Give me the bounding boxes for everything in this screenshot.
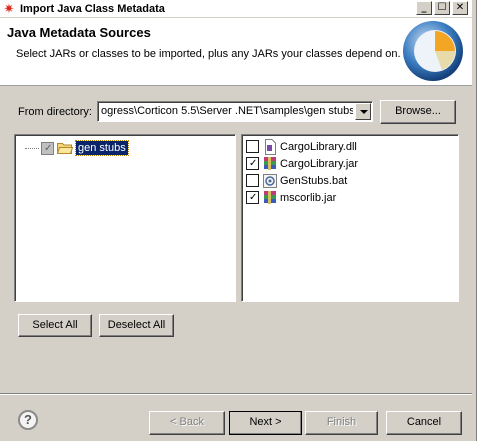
maximize-button[interactable]: ☐ [434,1,450,15]
back-button[interactable]: < Back [149,411,225,435]
window-title: Import Java Class Metadata [20,2,165,15]
footer-separator [0,393,472,395]
from-directory-label: From directory: [18,106,92,118]
file-label: GenStubs.bat [280,174,348,187]
checkmark-icon: ✓ [249,158,258,169]
bottom-edge [0,441,477,445]
window-controls: _ ☐ ✕ [416,1,468,15]
deselect-all-button[interactable]: Deselect All [99,314,174,337]
wizard-header: Java Metadata Sources Select JARs or cla… [0,18,472,86]
finish-button[interactable]: Finish [305,411,378,435]
file-checkbox[interactable] [246,174,259,187]
directory-tree[interactable]: ✓ gen stubs [14,134,236,302]
import-java-class-metadata-dialog: ✷ Import Java Class Metadata _ ☐ ✕ Java … [0,0,477,445]
eclipse-app-icon: ✷ [3,0,15,16]
open-folder-icon [57,143,73,154]
file-checkbox[interactable]: ✓ [246,191,259,204]
tree-item[interactable]: ✓ gen stubs [25,140,129,156]
from-directory-row: From directory: [18,101,96,123]
file-label: CargoLibrary.dll [280,140,357,153]
file-list[interactable]: CargoLibrary.dll ✓ CargoLibrary.jar GenS… [241,134,459,302]
close-button[interactable]: ✕ [452,1,468,15]
help-icon[interactable]: ? [18,410,38,430]
from-directory-value: ogress\Corticon 5.5\Server .NET\samples\… [101,105,353,117]
tree-connector [25,147,39,149]
cancel-button[interactable]: Cancel [386,411,462,435]
chevron-down-icon[interactable] [355,103,371,120]
page-title: Java Metadata Sources [7,25,151,40]
file-checkbox[interactable] [246,140,259,153]
list-item[interactable]: GenStubs.bat [246,172,347,189]
minimize-button[interactable]: _ [416,1,432,15]
title-bar[interactable]: ✷ Import Java Class Metadata _ ☐ ✕ [0,0,472,17]
file-checkbox[interactable]: ✓ [246,157,259,170]
list-item[interactable]: ✓ CargoLibrary.jar [246,155,358,172]
dll-file-icon [265,138,276,155]
batch-file-icon [263,173,277,188]
page-description: Select JARs or classes to be imported, p… [16,48,401,60]
checkmark-icon: ✓ [249,192,258,203]
tree-item-label: gen stubs [75,140,129,156]
jar-archive-icon [264,156,276,170]
wizard-logo-icon [403,21,463,81]
from-directory-combo[interactable]: ogress\Corticon 5.5\Server .NET\samples\… [97,101,373,122]
tree-checkbox[interactable]: ✓ [41,141,54,155]
next-button[interactable]: Next > [229,411,302,435]
checkmark-icon: ✓ [44,142,53,154]
file-label: CargoLibrary.jar [280,157,359,170]
browse-button[interactable]: Browse... [380,100,456,124]
list-item[interactable]: CargoLibrary.dll [246,138,357,155]
jar-archive-icon [264,190,276,204]
select-all-button[interactable]: Select All [18,314,92,337]
file-label: mscorlib.jar [280,191,337,204]
list-item[interactable]: ✓ mscorlib.jar [246,189,336,206]
